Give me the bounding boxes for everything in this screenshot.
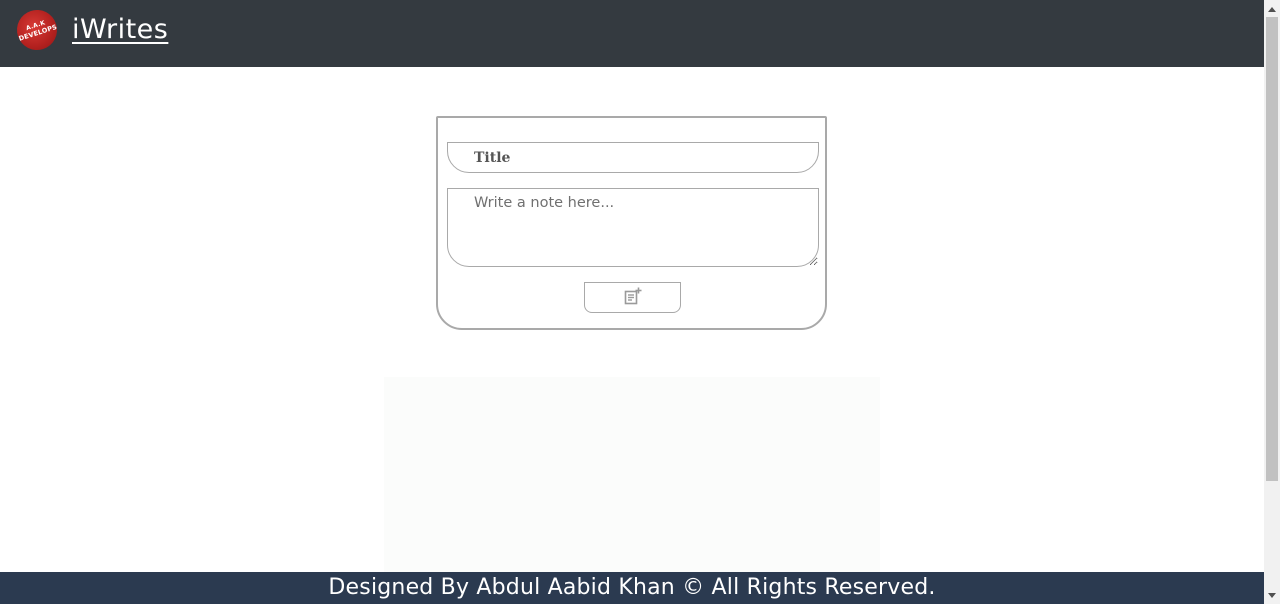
navbar: A.A.K DEVELOPS iWrites	[0, 0, 1264, 67]
scroll-down-arrow-icon[interactable]	[1264, 587, 1280, 604]
scrollbar-thumb[interactable]	[1266, 17, 1278, 481]
brand-link[interactable]: iWrites	[72, 14, 168, 45]
footer: Designed By Abdul Aabid Khan © All Right…	[0, 572, 1264, 604]
note-add-icon	[623, 286, 643, 309]
logo[interactable]: A.A.K DEVELOPS	[11, 4, 63, 56]
page: A.A.K DEVELOPS iWrites Designed By Abdul…	[0, 0, 1264, 604]
footer-text: Designed By Abdul Aabid Khan © All Right…	[328, 575, 936, 600]
notes-container	[384, 377, 880, 572]
vertical-scrollbar[interactable]	[1264, 0, 1280, 604]
note-form-card	[436, 116, 827, 330]
note-textarea[interactable]	[447, 188, 819, 267]
title-input[interactable]	[447, 142, 819, 173]
add-note-button[interactable]	[584, 282, 681, 313]
scroll-up-arrow-icon[interactable]	[1264, 0, 1280, 17]
